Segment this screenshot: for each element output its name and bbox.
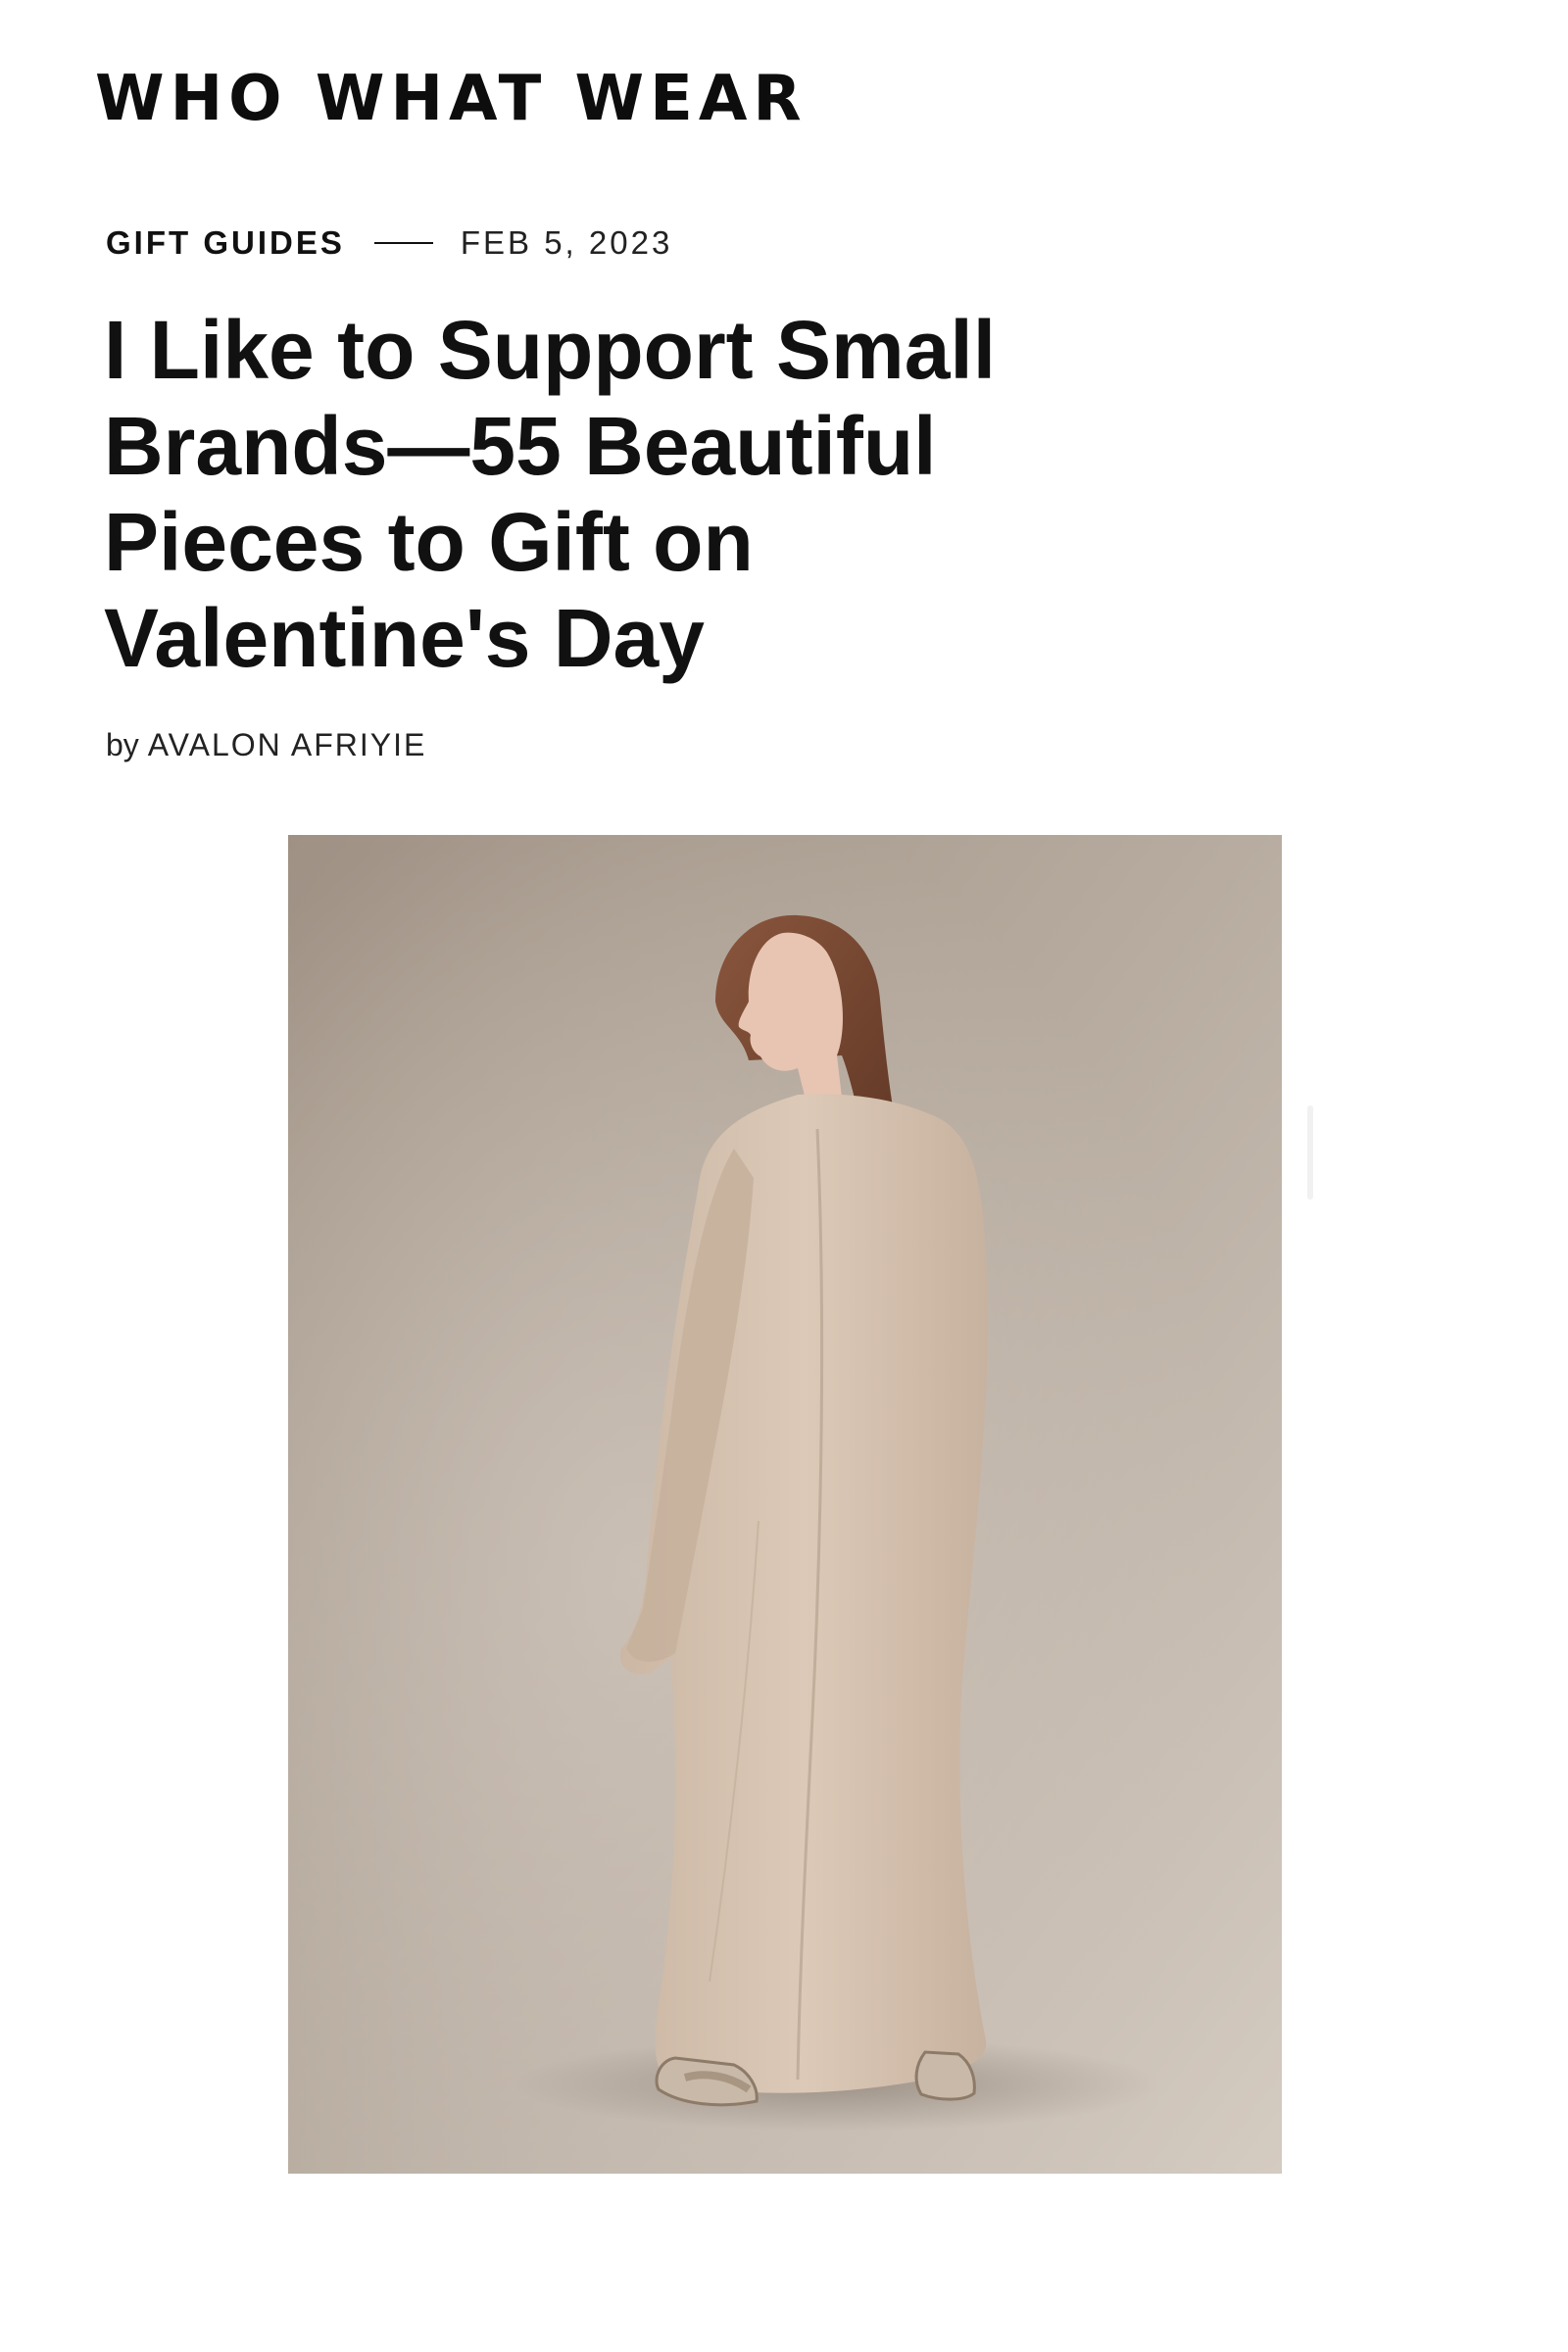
title-line: I Like to Support Small [104, 304, 997, 396]
scrollbar-thumb[interactable] [1307, 1105, 1313, 1200]
author-link[interactable]: AVALON AFRIYIE [148, 727, 427, 762]
kicker-divider [373, 242, 433, 244]
byline: by AVALON AFRIYIE [106, 725, 426, 764]
site-logo[interactable]: WHO WHAT WEAR [95, 61, 808, 137]
article-title: I Like to Support Small Brands—55 Beauti… [104, 302, 1143, 686]
article-kicker: GIFT GUIDES FEB 5, 2023 [106, 223, 672, 263]
title-line: Brands—55 Beautiful [104, 400, 937, 492]
right-sandal [914, 2050, 976, 2101]
category-link[interactable]: GIFT GUIDES [106, 224, 345, 262]
title-line: Pieces to Gift on [104, 496, 754, 588]
byline-prefix: by [106, 727, 139, 762]
hero-photo-illustration [288, 835, 1282, 2174]
hero-image [288, 835, 1282, 2174]
publish-date: FEB 5, 2023 [460, 224, 673, 261]
title-line: Valentine's Day [104, 592, 705, 684]
